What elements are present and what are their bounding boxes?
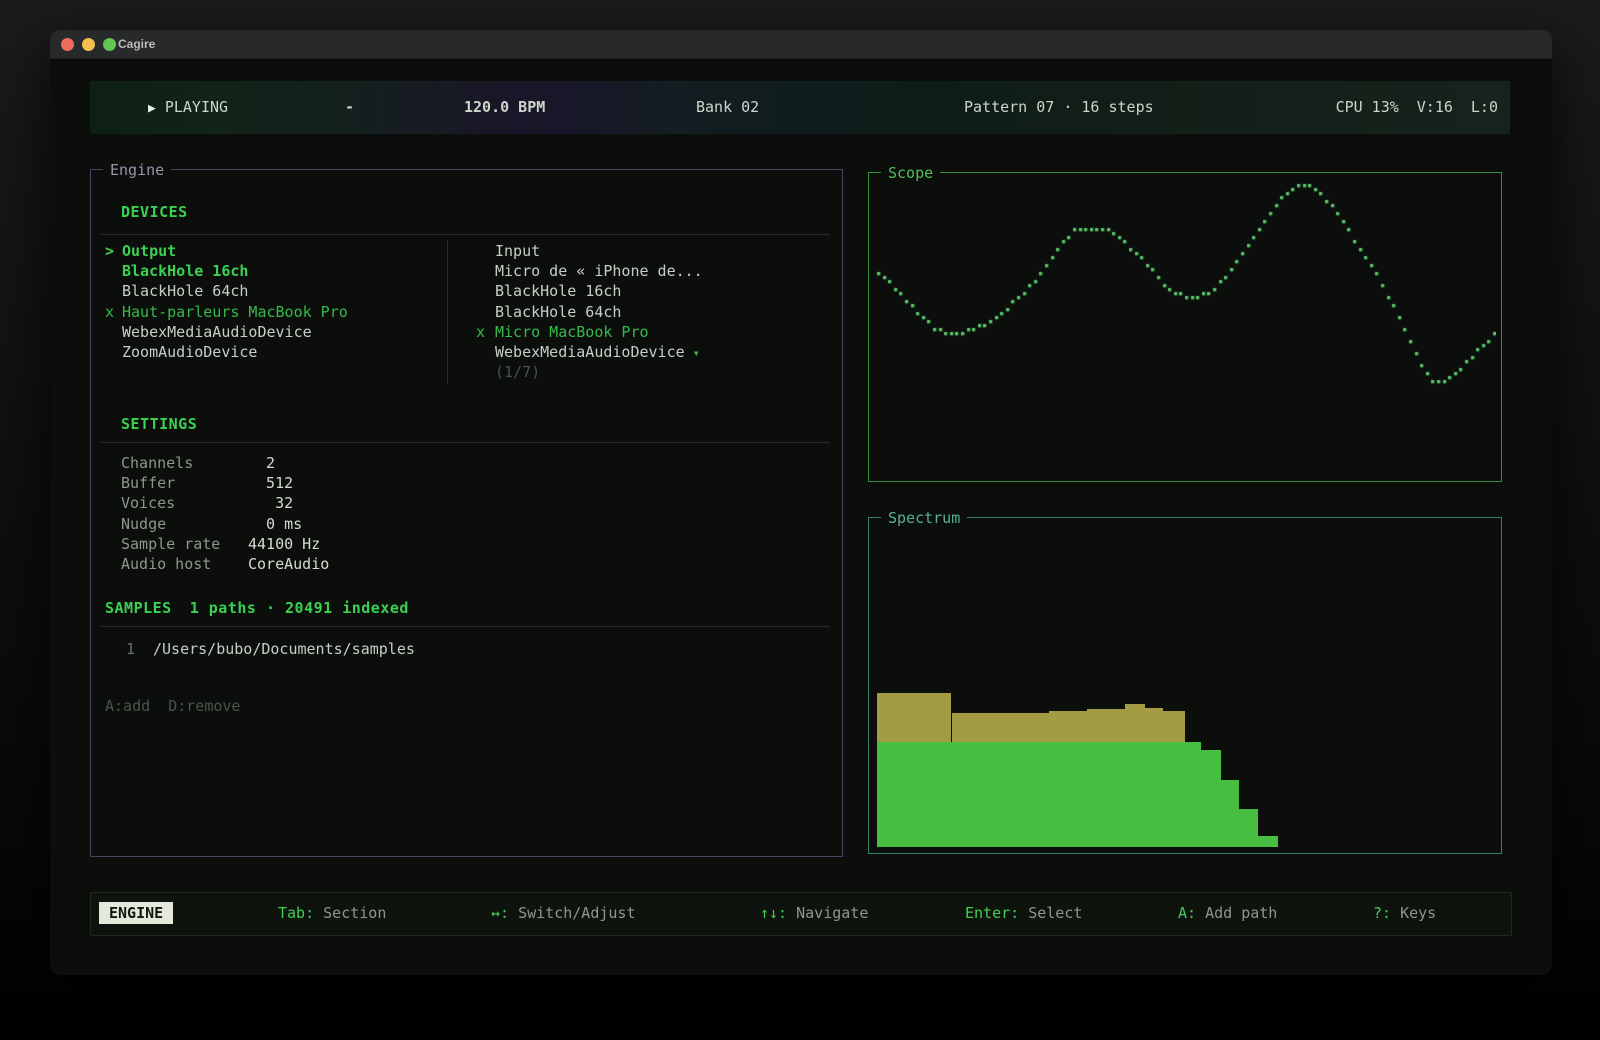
pattern-display[interactable]: Pattern 07 · 16 steps [964, 81, 1154, 134]
spectrum-segment [1221, 780, 1239, 847]
device-item-output-2[interactable]: Haut-parleurs MacBook Pro [122, 302, 348, 322]
window-title: Cagire [118, 30, 155, 58]
input-pager: (1/7) [495, 362, 540, 382]
scope-panel: Scope [868, 172, 1502, 482]
mode-badge: ENGINE [99, 902, 173, 924]
setting-value-audio-host[interactable]: CoreAudio [248, 554, 329, 574]
sample-path-index: 1 [126, 639, 135, 659]
minimize-button[interactable] [82, 38, 95, 51]
samples-hint: A:add D:remove [105, 696, 240, 716]
titlebar: Cagire [50, 30, 1552, 59]
hint-add-path: A: Add path [1178, 893, 1277, 933]
devices-column-divider [447, 240, 448, 384]
samples-divider [101, 626, 830, 627]
setting-value-channels[interactable]: 2 [248, 453, 275, 473]
spectrum-bars [872, 518, 1498, 853]
hint-navigate-key: ↑↓: [760, 904, 787, 922]
setting-value-nudge[interactable]: 0 ms [248, 514, 302, 534]
device-item-input-1[interactable]: BlackHole 16ch [495, 281, 621, 301]
cpu-stats: CPU 13% V:16 L:0 [1336, 81, 1498, 134]
samples-header: SAMPLES 1 paths · 20491 indexed [105, 598, 409, 618]
hint-add-path-label: Add path [1196, 904, 1277, 922]
hint-add-path-key: A: [1178, 904, 1196, 922]
hint-tab-label: Section [314, 904, 386, 922]
setting-label-voices: Voices [121, 493, 175, 513]
devices-divider [101, 234, 830, 235]
hint-enter-label: Select [1019, 904, 1082, 922]
spectrum-segment [877, 693, 951, 743]
spectrum-segment [1201, 750, 1221, 846]
hint-tab: Tab: Section [278, 893, 386, 933]
desktop: Cagire ▶ PLAYING - 120.0 BPM Bank 02 Patt… [0, 0, 1600, 1040]
device-item-output-1[interactable]: BlackHole 64ch [122, 281, 248, 301]
spectrum-segment [952, 713, 1049, 742]
play-icon: ▶ [148, 101, 156, 116]
play-status[interactable]: ▶ PLAYING [148, 81, 228, 135]
spectrum-segment [1145, 708, 1163, 743]
setting-label-buffer: Buffer [121, 473, 175, 493]
device-item-input-0[interactable]: Micro de « iPhone de... [495, 261, 703, 281]
hint-enter: Enter: Select [965, 893, 1082, 933]
hint-keys: ?: Keys [1373, 893, 1436, 933]
devices-header: DEVICES [121, 202, 188, 222]
cpu-usage: CPU 13% [1336, 98, 1399, 116]
latency-count: L:0 [1471, 98, 1498, 116]
scope-canvas [872, 176, 1496, 476]
device-item-input-4[interactable]: WebexMediaAudioDevice ▾ [495, 342, 700, 362]
device-item-input-3[interactable]: Micro MacBook Pro [495, 322, 649, 342]
play-state-label: PLAYING [165, 98, 228, 116]
voices-count: V:16 [1417, 98, 1453, 116]
setting-value-sample-rate[interactable]: 44100 Hz [248, 534, 320, 554]
engine-panel: Engine DEVICES > Output BlackHole 16ch B… [90, 169, 843, 857]
zoom-button[interactable] [103, 38, 116, 51]
transport-bar: ▶ PLAYING - 120.0 BPM Bank 02 Pattern 07 … [90, 81, 1510, 134]
sample-path-row[interactable]: /Users/bubo/Documents/samples [153, 639, 415, 659]
spectrum-segment [1125, 704, 1145, 743]
spectrum-segment [877, 742, 1201, 847]
device-item-input-4-label: WebexMediaAudioDevice [495, 343, 685, 361]
output-column-header[interactable]: Output [122, 241, 176, 261]
setting-value-buffer[interactable]: 512 [248, 473, 293, 493]
setting-label-nudge: Nudge [121, 514, 166, 534]
spectrum-segment [1239, 809, 1258, 847]
setting-label-audio-host: Audio host [121, 554, 211, 574]
app-window: Cagire ▶ PLAYING - 120.0 BPM Bank 02 Patt… [50, 30, 1552, 975]
close-button[interactable] [61, 38, 74, 51]
input-column-header[interactable]: Input [495, 241, 540, 261]
bpm-display[interactable]: 120.0 BPM [464, 81, 545, 134]
scroll-more-icon: ▾ [693, 346, 700, 360]
device-item-output-4[interactable]: ZoomAudioDevice [122, 342, 257, 362]
hint-enter-key: Enter: [965, 904, 1019, 922]
spectrum-segment [1087, 709, 1125, 743]
hint-switch: ↔: Switch/Adjust [491, 893, 636, 933]
device-item-output-3[interactable]: WebexMediaAudioDevice [122, 322, 312, 342]
device-item-input-2[interactable]: BlackHole 64ch [495, 302, 621, 322]
spectrum-segment [1258, 836, 1278, 847]
bank-display[interactable]: Bank 02 [696, 81, 759, 134]
spectrum-segment [1049, 711, 1087, 742]
setting-label-sample-rate: Sample rate [121, 534, 220, 554]
beat-tick-indicator: - [345, 81, 354, 134]
hint-switch-key: ↔: [491, 904, 509, 922]
engine-panel-title: Engine [103, 160, 171, 180]
device-item-output-0[interactable]: BlackHole 16ch [122, 261, 248, 281]
spectrum-panel: Spectrum [868, 517, 1502, 854]
setting-value-voices[interactable]: 32 [248, 493, 293, 513]
hint-navigate: ↑↓: Navigate [760, 893, 868, 933]
hint-navigate-label: Navigate [787, 904, 868, 922]
hint-keys-key: ?: [1373, 904, 1391, 922]
settings-divider [101, 442, 830, 443]
settings-header: SETTINGS [121, 414, 197, 434]
hint-switch-label: Switch/Adjust [509, 904, 635, 922]
input-active-marker: x [476, 322, 496, 342]
setting-label-channels: Channels [121, 453, 193, 473]
hint-keys-label: Keys [1391, 904, 1436, 922]
samples-meta: 1 paths · 20491 indexed [190, 599, 409, 617]
footer-bar: ENGINE Tab: Section ↔: Switch/Adjust ↑↓:… [90, 892, 1512, 936]
hint-tab-key: Tab: [278, 904, 314, 922]
samples-header-title: SAMPLES [105, 599, 172, 617]
spectrum-segment [1163, 711, 1185, 742]
